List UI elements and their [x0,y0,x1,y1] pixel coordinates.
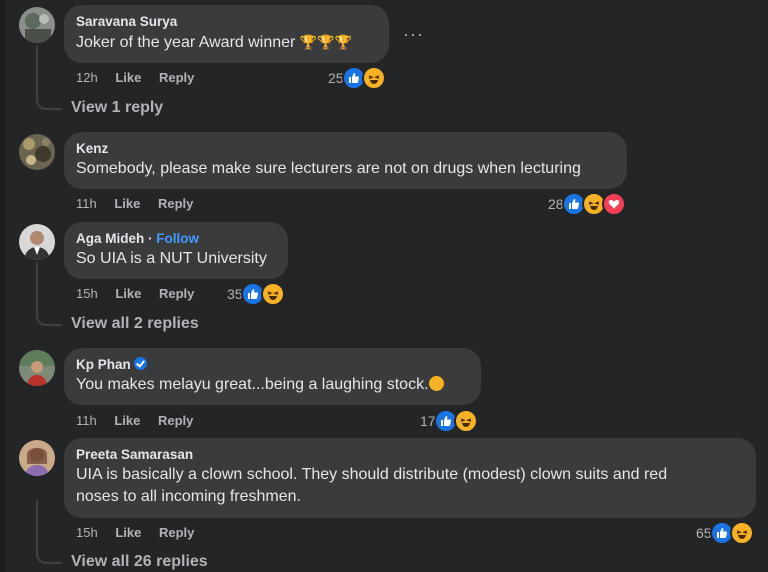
avatar[interactable] [19,440,55,476]
avatar[interactable] [19,224,55,260]
like-link[interactable]: Like [115,70,141,85]
commenter-name[interactable]: Kenz [76,140,615,158]
like-link[interactable]: Like [114,413,140,428]
commenter-name-row: Kp Phan [76,356,469,374]
commenter-name[interactable]: Kp Phan [76,357,131,372]
more-options-icon[interactable]: ··· [403,24,424,45]
timestamp[interactable]: 15h [76,525,98,540]
avatar[interactable] [19,134,55,170]
comment-text: Joker of the year Award winner 🏆🏆🏆 [76,34,353,51]
reply-link[interactable]: Reply [159,525,194,540]
separator-dot: · [148,231,153,246]
reaction-summary[interactable]: 35 [227,282,285,306]
timestamp[interactable]: 12h [76,70,98,85]
reply-link[interactable]: Reply [159,286,194,301]
comment-meta: 11h Like Reply [76,196,207,211]
haha-reaction-icon [729,521,754,545]
timestamp[interactable]: 11h [76,413,97,428]
timestamp[interactable]: 11h [76,196,97,211]
avatar[interactable] [19,350,55,386]
reply-link[interactable]: Reply [158,413,193,428]
haha-reaction-icon [260,282,285,306]
reply-link[interactable]: Reply [158,196,193,211]
reply-thread-line [36,262,62,326]
trophy-emoji: 🏆🏆🏆 [299,34,353,50]
comment-bubble: Preeta Samarasan UIA is basically a clow… [64,438,756,518]
view-replies-link[interactable]: View 1 reply [71,99,163,117]
commenter-name-row: Aga Mideh · Follow [76,230,276,248]
comment-bubble: Aga Mideh · Follow So UIA is a NUT Unive… [64,222,288,279]
comment-meta: 15h Like Reply [76,286,208,301]
comment-bubble: Kenz Somebody, please make sure lecturer… [64,132,627,189]
reply-thread-line [36,46,62,110]
laughing-emoji-icon [428,376,444,391]
haha-reaction-icon [361,66,386,90]
love-reaction-icon [601,192,626,216]
comment-text-line-1: UIA is basically a clown school. They sh… [76,466,668,483]
like-link[interactable]: Like [115,525,141,540]
reaction-summary[interactable]: 28 [548,192,626,216]
like-link[interactable]: Like [114,196,140,211]
reaction-summary[interactable]: 65 [696,521,754,545]
haha-reaction-icon [453,409,478,433]
reply-thread-line [36,500,62,564]
comment-text: You makes melayu great...being a laughin… [76,374,469,396]
timestamp[interactable]: 15h [76,286,98,301]
comment-meta: 15h Like Reply [76,525,208,540]
comment-bubble: Kp Phan You makes melayu great...being a… [64,348,481,405]
comment-meta: 12h Like Reply [76,70,208,85]
commenter-name[interactable]: Aga Mideh [76,231,144,246]
view-replies-link[interactable]: View all 26 replies [71,553,208,571]
avatar[interactable] [19,7,55,43]
comment-bubble: Saravana Surya Joker of the year Award w… [64,5,389,63]
like-link[interactable]: Like [115,286,141,301]
reaction-summary[interactable]: 17 [420,409,478,433]
follow-button[interactable]: Follow [156,231,199,246]
verified-badge-icon [133,357,147,370]
left-edge [0,0,5,572]
commenter-name[interactable]: Saravana Surya [76,13,377,31]
reply-link[interactable]: Reply [159,70,194,85]
commenter-name[interactable]: Preeta Samarasan [76,446,744,464]
comment-text: So UIA is a NUT University [76,250,267,267]
comment-text-line-2: noses to all incoming freshmen. [76,488,301,505]
view-replies-link[interactable]: View all 2 replies [71,315,199,333]
comment-meta: 11h Like Reply [76,413,207,428]
reaction-summary[interactable]: 25 [328,66,386,90]
comment-text: Somebody, please make sure lecturers are… [76,160,581,177]
